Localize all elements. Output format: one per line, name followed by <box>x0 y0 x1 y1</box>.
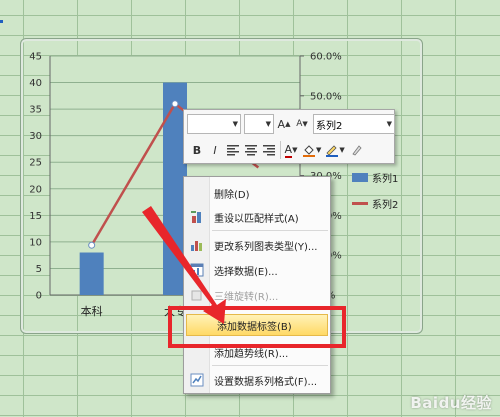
legend-label-series1: 系列1 <box>372 173 399 185</box>
legend-swatch-line <box>352 201 368 205</box>
3d-rotation-icon <box>184 288 210 302</box>
pen-icon <box>326 145 339 157</box>
context-menu: 删除(D) 重设以匹配样式(A) 更改系列图表类型(Y)... 选择数据(E).… <box>183 176 331 394</box>
series-select[interactable]: 系列2 ▼ <box>313 114 395 134</box>
increase-icon: ▲ <box>285 120 291 128</box>
chevron-down-icon: ▼ <box>316 146 322 154</box>
align-center-button[interactable] <box>243 140 259 160</box>
menu-item-reset-style[interactable]: 重设以匹配样式(A) <box>184 206 330 228</box>
brush-icon <box>352 145 362 156</box>
legend-label-series2: 系列2 <box>372 199 399 211</box>
align-left-button[interactable] <box>225 140 241 160</box>
font-color-label: A <box>284 142 293 158</box>
left-axis-tick-label: 30 <box>29 131 42 142</box>
left-axis-tick-label: 0 <box>36 291 42 302</box>
chevron-down-icon: ▼ <box>232 120 238 128</box>
align-right-icon <box>263 145 275 156</box>
chevron-down-icon: ▼ <box>339 146 345 154</box>
fill-color-button[interactable]: ▼ <box>301 140 322 160</box>
menu-item-3d-rotation[interactable]: 三维旋转(R)... <box>184 284 330 306</box>
left-axis-tick-label: 35 <box>29 105 42 116</box>
grow-font-label: A <box>277 117 286 131</box>
bold-label: B <box>192 143 202 157</box>
chevron-down-icon: ▼ <box>265 120 271 128</box>
mini-toolbar: ▼ ▼ A ▲ A ▼ 系列2 ▼ B I A ▼ ▼ ▼ <box>183 109 395 164</box>
menu-item-label: 三维旋转(R)... <box>214 291 279 303</box>
left-axis-tick-label: 20 <box>29 184 42 195</box>
chevron-down-icon: ▼ <box>292 146 298 154</box>
menu-item-label: 重设以匹配样式(A) <box>214 213 299 225</box>
menu-item-label: 删除(D) <box>214 189 250 201</box>
menu-item-label: 选择数据(E)... <box>214 266 278 278</box>
menu-divider <box>212 365 328 366</box>
toolbar-separator <box>280 141 281 159</box>
chevron-down-icon: ▼ <box>386 120 392 128</box>
italic-label: I <box>213 143 217 157</box>
menu-item-change-chart-type[interactable]: 更改系列图表类型(Y)... <box>184 234 330 256</box>
watermark: Baidu经验 <box>410 394 492 412</box>
menu-item-delete[interactable]: 删除(D) <box>184 182 330 204</box>
left-axis-tick-label: 10 <box>29 237 42 248</box>
bold-button[interactable]: B <box>189 140 205 160</box>
menu-item-format-series[interactable]: 设置数据系列格式(F)... <box>184 369 330 391</box>
left-axis-tick-label: 15 <box>29 211 42 222</box>
legend-item-series2[interactable]: 系列2 <box>352 190 422 216</box>
right-axis-tick-label: 50.0% <box>310 91 342 102</box>
left-axis-tick-label: 45 <box>29 52 42 63</box>
select-data-icon <box>184 263 210 277</box>
left-axis-tick-label: 40 <box>29 78 42 89</box>
line-color-button[interactable]: ▼ <box>324 140 345 160</box>
align-left-icon <box>227 145 239 156</box>
menu-item-label: 更改系列图表类型(Y)... <box>214 241 318 253</box>
highlight-box <box>168 306 346 348</box>
right-axis-tick-label: 60.0% <box>310 52 342 63</box>
menu-item-select-data[interactable]: 选择数据(E)... <box>184 259 330 281</box>
align-center-icon <box>245 145 257 156</box>
left-axis-tick-label: 25 <box>29 158 42 169</box>
decrease-icon: ▼ <box>302 120 308 128</box>
legend-swatch-bar <box>352 172 368 182</box>
chart-type-icon <box>184 238 210 252</box>
menu-item-label: 设置数据系列格式(F)... <box>214 376 318 388</box>
reset-style-icon <box>184 210 210 224</box>
series-select-value: 系列2 <box>316 120 343 132</box>
font-name-field[interactable]: ▼ <box>187 114 241 134</box>
italic-button[interactable]: I <box>207 140 223 160</box>
series2-point-handle <box>88 241 96 249</box>
font-color-button[interactable]: A ▼ <box>283 140 299 160</box>
format-series-icon <box>184 373 210 387</box>
menu-divider <box>212 230 328 231</box>
bar-series1 <box>79 252 104 295</box>
format-painter-button[interactable] <box>348 140 364 160</box>
shrink-font-button[interactable]: A ▼ <box>294 114 310 134</box>
chart-legend[interactable]: 系列1 系列2 <box>352 164 422 216</box>
font-size-field[interactable]: ▼ <box>244 114 274 134</box>
legend-item-series1[interactable]: 系列1 <box>352 164 422 190</box>
left-axis-tick-label: 5 <box>36 264 42 275</box>
series2-point-handle <box>171 100 179 108</box>
category-label: 本科 <box>81 304 103 318</box>
paint-bucket-icon <box>303 145 315 157</box>
align-right-button[interactable] <box>261 140 277 160</box>
grow-font-button[interactable]: A ▲ <box>276 114 292 134</box>
